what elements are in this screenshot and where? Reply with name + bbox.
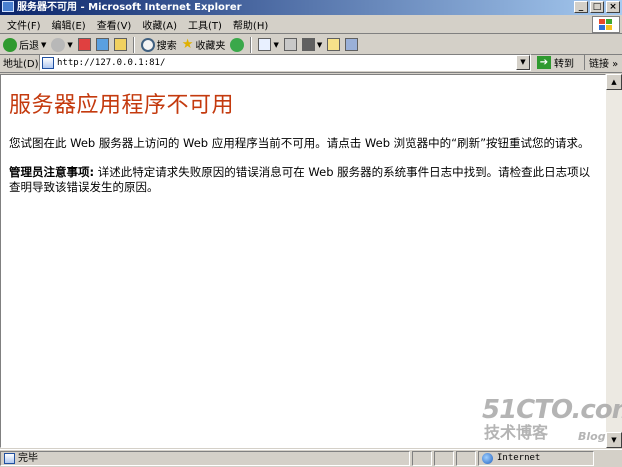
menu-edit[interactable]: 编辑(E) <box>49 17 94 32</box>
home-icon <box>113 38 127 51</box>
globe-icon <box>482 453 493 464</box>
menu-favorites[interactable]: 收藏(A) <box>139 17 185 32</box>
close-button[interactable]: × <box>606 1 620 13</box>
address-box: ▼ <box>39 54 531 71</box>
go-button[interactable]: ➔ 转到 <box>537 55 574 70</box>
admin-note-label: 管理员注意事项: <box>9 165 95 179</box>
windows-logo <box>592 16 620 33</box>
forward-button[interactable]: ▼ <box>50 36 73 54</box>
edit-dropdown-icon[interactable]: ▼ <box>317 41 322 49</box>
refresh-icon <box>95 38 109 51</box>
maximize-button[interactable]: □ <box>590 1 604 13</box>
security-zone[interactable]: Internet <box>478 451 594 466</box>
scroll-up-icon[interactable]: ▲ <box>606 74 622 90</box>
address-dropdown-icon[interactable]: ▼ <box>516 55 530 70</box>
go-arrow-icon: ➔ <box>537 56 551 69</box>
menu-bar: 文件(F) 编辑(E) 查看(V) 收藏(A) 工具(T) 帮助(H) <box>0 15 622 34</box>
printer-icon <box>283 38 297 51</box>
refresh-button[interactable] <box>95 36 110 54</box>
page-title: 服务器应用程序不可用 <box>9 93 235 118</box>
menu-tools[interactable]: 工具(T) <box>185 17 230 32</box>
address-input[interactable] <box>57 57 517 68</box>
watermark-domain: 51CTO.com <box>482 395 622 425</box>
admin-note-text: 详述此特定请求失败原因的错误消息可在 Web 服务器的系统事件日志中找到。请检查… <box>9 165 591 194</box>
folder-icon <box>327 38 341 51</box>
back-arrow-icon <box>3 37 17 52</box>
back-button[interactable]: 后退 ▼ <box>2 36 47 54</box>
messenger-button[interactable] <box>344 36 359 54</box>
media-icon <box>230 37 245 52</box>
mail-button[interactable]: ▼ <box>257 36 279 54</box>
window-title: 服务器不可用 - Microsoft Internet Explorer <box>17 2 242 13</box>
standard-toolbar: 后退 ▼ ▼ 搜索 ★ 收藏夹 ▼ ▼ <box>0 35 622 55</box>
mail-dropdown-icon[interactable]: ▼ <box>273 41 278 49</box>
go-label: 转到 <box>554 59 574 70</box>
messenger-icon <box>345 38 359 51</box>
menu-view[interactable]: 查看(V) <box>94 17 140 32</box>
status-pane <box>412 451 432 466</box>
ie-icon <box>2 1 14 12</box>
home-button[interactable] <box>113 36 128 54</box>
address-label: 地址(D) <box>3 59 39 70</box>
search-button[interactable]: 搜索 <box>140 36 178 54</box>
media-button[interactable] <box>229 36 245 54</box>
menu-file[interactable]: 文件(F) <box>4 17 49 32</box>
admin-note: 管理员注意事项: 详述此特定请求失败原因的错误消息可在 Web 服务器的系统事件… <box>9 165 601 195</box>
site-watermark: 51CTO.com 技术博客 Blog <box>482 395 622 443</box>
forward-arrow-icon <box>51 37 66 52</box>
vertical-scrollbar[interactable]: ▲ ▼ <box>606 74 622 448</box>
error-message: 您试图在此 Web 服务器上访问的 Web 应用程序当前不可用。请点击 Web … <box>9 136 590 150</box>
page-icon <box>42 56 54 69</box>
title-bar: 服务器不可用 - Microsoft Internet Explorer _ □… <box>0 0 622 15</box>
mail-icon <box>258 38 272 51</box>
toolbar-separator <box>250 36 253 53</box>
status-text: 完毕 <box>18 453 38 464</box>
window-controls: _ □ × <box>574 1 620 13</box>
status-pane <box>434 451 454 466</box>
edit-button[interactable]: ▼ <box>301 36 323 54</box>
back-label: 后退 <box>19 41 39 52</box>
status-bar: 完毕 Internet <box>0 449 622 467</box>
star-icon: ★ <box>181 37 194 52</box>
status-pane <box>456 451 476 466</box>
done-page-icon <box>4 453 15 464</box>
back-dropdown-icon[interactable]: ▼ <box>41 41 46 49</box>
print-button[interactable] <box>283 36 298 54</box>
favorites-label: 收藏夹 <box>195 41 226 52</box>
stop-button[interactable] <box>77 36 92 54</box>
discuss-button[interactable] <box>326 36 341 54</box>
watermark-blog-en: Blog <box>578 430 606 443</box>
page-content: 服务器应用程序不可用 您试图在此 Web 服务器上访问的 Web 应用程序当前不… <box>0 74 606 448</box>
forward-dropdown-icon[interactable]: ▼ <box>67 41 72 49</box>
edit-icon <box>301 38 315 51</box>
windows-flag-icon <box>599 18 613 31</box>
zone-label: Internet <box>497 453 541 463</box>
stop-icon <box>77 38 91 51</box>
links-button[interactable]: 链接 » <box>584 55 618 70</box>
toolbar-separator <box>132 36 135 53</box>
favorites-button[interactable]: ★ 收藏夹 <box>181 36 227 54</box>
search-icon <box>140 37 155 52</box>
status-main: 完毕 <box>0 451 410 466</box>
address-bar: 地址(D) ▼ ➔ 转到 链接 » <box>0 53 622 73</box>
menu-help[interactable]: 帮助(H) <box>230 17 276 32</box>
minimize-button[interactable]: _ <box>574 1 588 13</box>
search-label: 搜索 <box>156 41 177 52</box>
